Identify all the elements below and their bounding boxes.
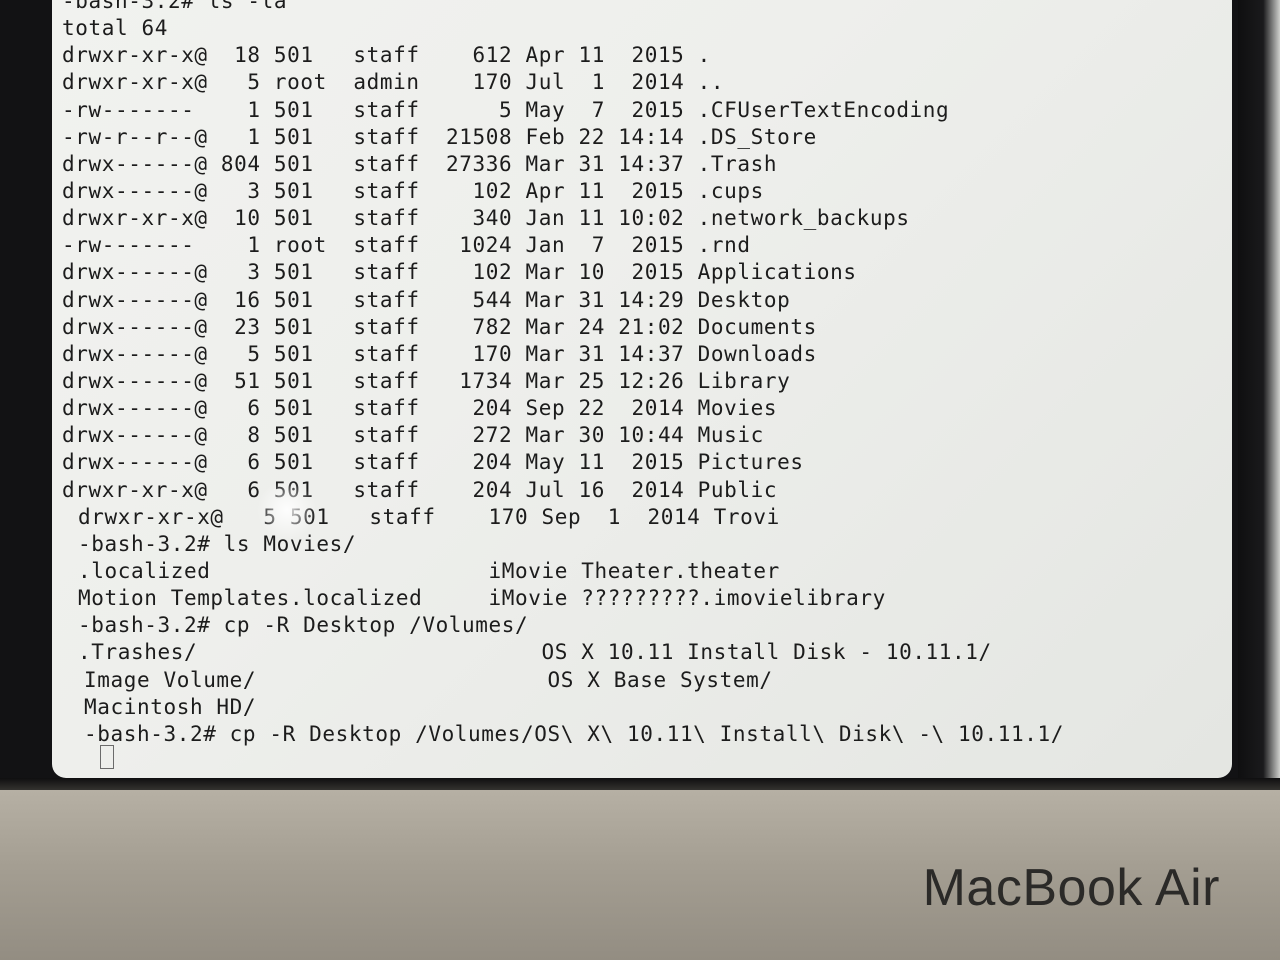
terminal-line: drwx------@ 804 501 staff 27336 Mar 31 1… bbox=[62, 151, 778, 176]
terminal-line: drwxr-xr-x@ 5 root admin 170 Jul 1 2014 … bbox=[62, 70, 725, 95]
terminal-line: .localized iMovie Theater.theater bbox=[78, 558, 780, 583]
terminal-line: drwx------@ 8 501 staff 272 Mar 30 10:44… bbox=[62, 423, 764, 448]
terminal-line: Image Volume/ OS X Base System/ bbox=[84, 667, 773, 692]
terminal-line: drwxr-xr-x@ 6 501 staff 204 Jul 16 2014 … bbox=[62, 477, 778, 502]
terminal-line: drwx------@ 16 501 staff 544 Mar 31 14:2… bbox=[62, 287, 791, 312]
terminal-line: drwx------@ 6 501 staff 204 Sep 22 2014 … bbox=[62, 396, 778, 421]
terminal-line: -bash-3.2# cp -R Desktop /Volumes/OS\ X\… bbox=[84, 721, 1064, 746]
terminal-window[interactable]: -bash-3.2# ls -la total 64 drwxr-xr-x@ 18 … bbox=[52, 0, 1232, 778]
brand-logo-text: MacBook Air bbox=[922, 859, 1220, 917]
terminal-cursor bbox=[100, 745, 114, 769]
terminal-line: drwxr-xr-x@ 10 501 staff 340 Jan 11 10:0… bbox=[62, 206, 910, 231]
terminal-line: Macintosh HD/ bbox=[84, 694, 257, 719]
terminal-line: .Trashes/ OS X 10.11 Install Disk - 10.1… bbox=[78, 640, 992, 665]
terminal-line: total 64 bbox=[62, 16, 168, 41]
terminal-line: drwx------@ 6 501 staff 204 May 11 2015 … bbox=[62, 450, 804, 475]
terminal-line: -rw-r--r--@ 1 501 staff 21508 Feb 22 14:… bbox=[62, 124, 817, 149]
terminal-line: drwx------@ 3 501 staff 102 Mar 10 2015 … bbox=[62, 260, 857, 285]
screen-glare bbox=[257, 480, 317, 540]
terminal-line: -rw------- 1 root staff 1024 Jan 7 2015 … bbox=[62, 233, 751, 258]
terminal-line: drwxr-xr-x@ 5 501 staff 170 Sep 1 2014 T… bbox=[78, 504, 780, 529]
terminal-line: -bash-3.2# ls Movies/ bbox=[78, 531, 357, 556]
terminal-line: drwx------@ 23 501 staff 782 Mar 24 21:0… bbox=[62, 314, 817, 339]
terminal-line: drwx------@ 3 501 staff 102 Apr 11 2015 … bbox=[62, 178, 764, 203]
terminal-output: -bash-3.2# ls -la total 64 drwxr-xr-x@ 18 … bbox=[62, 0, 1064, 748]
terminal-line: drwxr-xr-x@ 18 501 staff 612 Apr 11 2015… bbox=[62, 43, 711, 68]
display: -bash-3.2# ls -la total 64 drwxr-xr-x@ 18 … bbox=[0, 0, 1280, 790]
terminal-line: drwx------@ 5 501 staff 170 Mar 31 14:37… bbox=[62, 341, 817, 366]
photo-scene: -bash-3.2# ls -la total 64 drwxr-xr-x@ 18 … bbox=[0, 0, 1280, 960]
display-edge bbox=[1238, 0, 1280, 780]
terminal-line: drwx------@ 51 501 staff 1734 Mar 25 12:… bbox=[62, 368, 791, 393]
terminal-line: -bash-3.2# cp -R Desktop /Volumes/ bbox=[78, 613, 529, 638]
terminal-line: -bash-3.2# ls -la bbox=[62, 0, 288, 13]
terminal-line: Motion Templates.localized iMovie ??????… bbox=[78, 586, 886, 611]
terminal-line: -rw------- 1 501 staff 5 May 7 2015 .CFU… bbox=[62, 97, 950, 122]
